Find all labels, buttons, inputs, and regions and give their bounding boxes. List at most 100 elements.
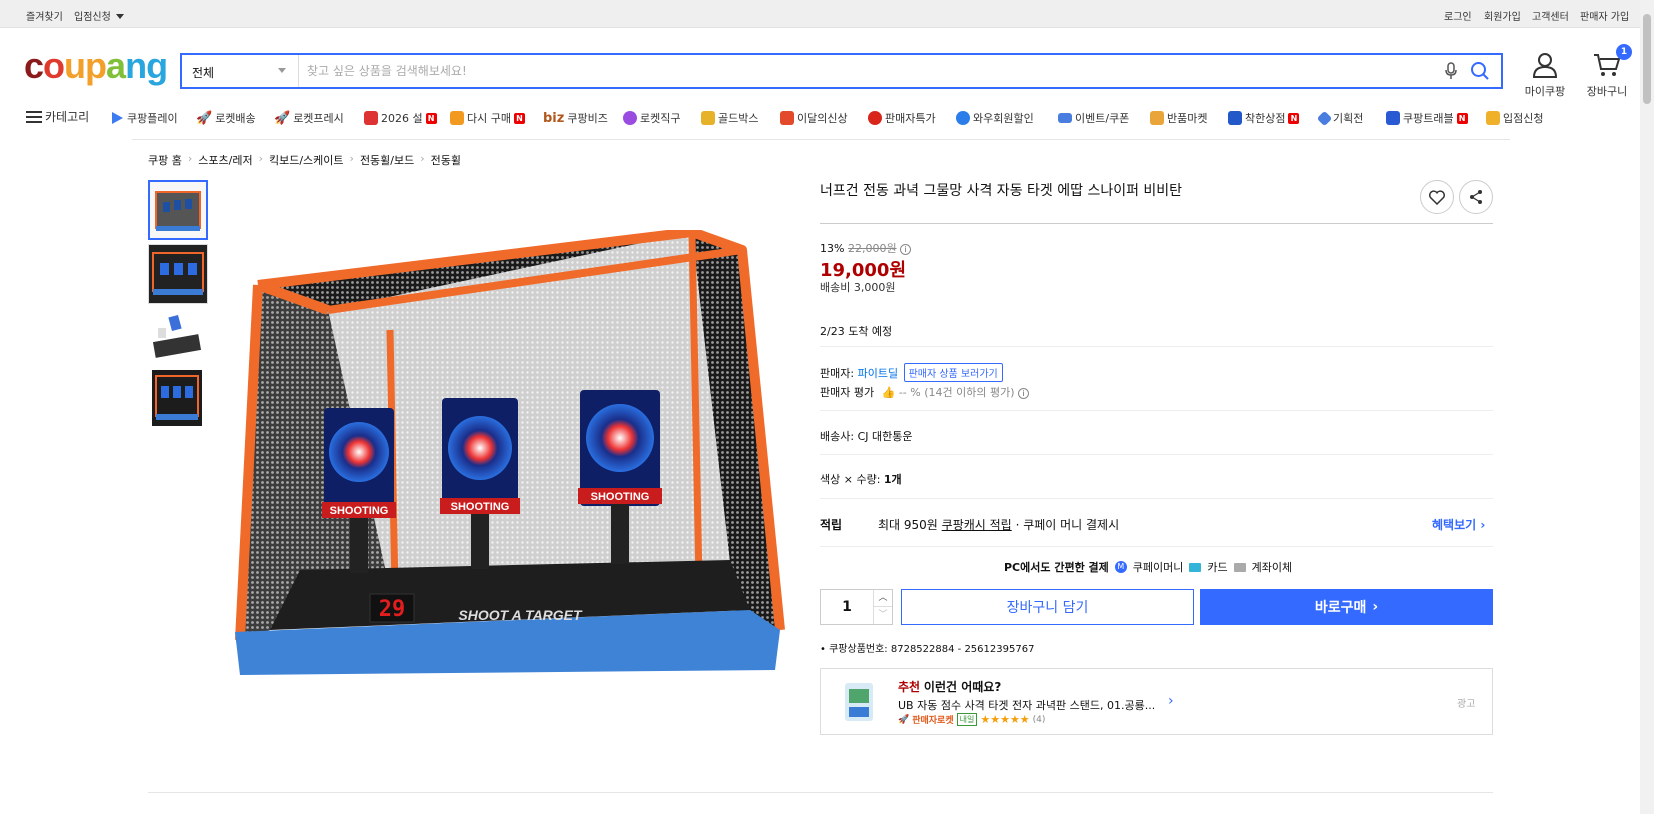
pay-method-coupay: 쿠페이머니 (1132, 561, 1184, 574)
shop-apply-icon (1486, 111, 1500, 125)
product-thumbnail[interactable] (148, 180, 208, 240)
nav-seller-apply[interactable]: 입점신청 (1486, 110, 1543, 126)
nav-2026-seol[interactable]: 2026 설 N (364, 110, 437, 126)
nav-goldbox[interactable]: 골드박스 (701, 110, 758, 126)
reward-row: 최대 950원 쿠팡캐시 적립 · 쿠페이 머니 결제시 (878, 516, 1119, 533)
share-button[interactable] (1459, 180, 1493, 214)
logo-letter-n: n (125, 45, 147, 86)
coupang-cash-link[interactable]: 쿠팡캐시 적립 (942, 518, 1012, 532)
target-label-text: SHOOTING (451, 501, 510, 513)
category-menu-button[interactable]: 카테고리 (26, 108, 89, 125)
recommendation-heading: 추천 이런건 어때요? (898, 678, 1001, 695)
recommendation-card[interactable]: 추천 이런건 어때요? UB 자동 점수 사격 타겟 전자 과녁판 스탠드, 0… (820, 668, 1493, 735)
breadcrumb-item[interactable]: 전동휠 (431, 152, 461, 168)
arrival-date: 2/23 도착 예정 (820, 325, 893, 338)
wishlist-button[interactable] (1420, 180, 1454, 214)
nav-coupang-travel[interactable]: 쿠팡트래블 N (1386, 110, 1468, 126)
nav-promotions[interactable]: 기획전 (1316, 110, 1363, 126)
option-row: 색상 × 수량: 1개 (820, 471, 902, 487)
new-products-icon (780, 111, 794, 125)
product-thumbnail[interactable] (148, 244, 208, 304)
favorites-link[interactable]: 즐겨찾기 (26, 8, 63, 23)
nav-rocket-direct[interactable]: 로켓직구 (623, 110, 680, 126)
heart-icon (1429, 189, 1445, 205)
search-input[interactable] (307, 59, 1407, 83)
mycoupang-button[interactable]: 마이쿠팡 (1520, 52, 1570, 99)
nav-rocket-fresh[interactable]: 🚀 로켓프레시 (274, 110, 344, 126)
seller-rating-value: -- % (14건 이하의 평가) (898, 386, 1015, 399)
info-icon[interactable]: i (900, 244, 912, 255)
benefit-link[interactable]: 혜택보기 › (1432, 516, 1485, 533)
base-label-text: SHOOT A TARGET (458, 607, 583, 623)
reward-amount: 최대 950원 (878, 518, 938, 532)
seller-rating-row: 판매자 평가 👍 -- % (14건 이하의 평가) i (820, 384, 1029, 400)
review-count: (4) (1032, 714, 1046, 725)
new-badge: N (513, 112, 525, 124)
nav-coupang-biz[interactable]: biz 쿠팡비즈 (543, 110, 608, 126)
breadcrumb-item[interactable]: 킥보드/스케이트 (269, 152, 344, 168)
globe-rocket-icon (623, 111, 637, 125)
breadcrumb-item[interactable]: 스포츠/레저 (198, 152, 252, 168)
nav-good-store[interactable]: 착한상점 N (1228, 110, 1300, 126)
thumbnail-image (155, 191, 201, 231)
product-thumbnail[interactable] (148, 308, 208, 368)
nav-monthly-new[interactable]: 이달의신상 (780, 110, 848, 126)
login-link[interactable]: 로그인 (1444, 8, 1472, 23)
nav-label: 이벤트/쿠폰 (1075, 112, 1130, 125)
new-badge: N (425, 112, 437, 124)
nav-rocket-delivery[interactable]: 🚀 로켓배송 (196, 110, 256, 126)
mycoupang-label: 마이쿠팡 (1524, 85, 1566, 98)
seller-name-link[interactable]: 파이트딜 (858, 367, 898, 380)
market-icon (1150, 111, 1164, 125)
buy-now-label: 바로구매 (1314, 600, 1367, 616)
nav-seller-special[interactable]: 판매자특가 (868, 110, 936, 126)
nav-label: 로켓프레시 (293, 112, 344, 125)
coupang-logo[interactable]: coupang (24, 45, 168, 86)
signup-link[interactable]: 회원가입 (1484, 8, 1521, 23)
quantity-increase-button[interactable]: ︿ (873, 590, 892, 607)
quantity-decrease-button[interactable]: ﹀ (873, 607, 892, 624)
seller-apply-dropdown[interactable]: 입점신청 (74, 8, 124, 23)
thumbnail-image (152, 370, 202, 426)
add-to-cart-button[interactable]: 장바구니 담기 (901, 589, 1194, 625)
customer-center-link[interactable]: 고객센터 (1532, 8, 1569, 23)
page-scrollbar[interactable] (1640, 0, 1654, 814)
logo-letter-u: u (64, 45, 86, 86)
search-bar: 전체 (180, 53, 1503, 89)
nav-return-market[interactable]: 반품마켓 (1150, 110, 1207, 126)
microphone-icon[interactable] (1444, 62, 1458, 80)
gold-box-icon (701, 111, 715, 125)
seller-products-button[interactable]: 판매자 상품 보러가기 (903, 363, 1003, 382)
product-thumbnail[interactable] (148, 368, 208, 428)
scrollbar-thumb[interactable] (1643, 14, 1651, 104)
nav-wow-discount[interactable]: 와우회원할인 (956, 110, 1034, 126)
nav-buy-again[interactable]: 다시 구매 N (450, 110, 525, 126)
thumbs-up-icon: 👍 (881, 386, 896, 399)
breadcrumb-item[interactable]: 쿠팡 홈 (148, 152, 182, 168)
rocket-icon: 🚀 (898, 714, 910, 725)
thumbnail-image (152, 314, 202, 358)
recommend-item-name[interactable]: UB 자동 점수 사격 타겟 전자 과녁판 스탠드, 01.공룡... (898, 697, 1155, 713)
cart-button[interactable]: 장바구니 1 (1582, 44, 1632, 99)
search-category-select[interactable]: 전체 (182, 55, 299, 87)
nav-event-coupon[interactable]: 이벤트/쿠폰 (1058, 110, 1129, 126)
quantity-value[interactable]: 1 (821, 590, 873, 624)
thumbnail-image (149, 245, 207, 303)
search-icon[interactable] (1470, 61, 1490, 81)
seller-signup-link[interactable]: 판매자 가입 (1580, 8, 1629, 23)
nav-label: 이달의신상 (797, 112, 848, 125)
nav-label: 입점신청 (1503, 112, 1544, 125)
nav-label: 와우회원할인 (973, 112, 1034, 125)
main-product-image[interactable]: SHOOTING SHOOTING SHOOTING 29 SHOOT A TA… (230, 227, 786, 680)
seller-rating-label: 판매자 평가 (820, 386, 875, 399)
info-icon[interactable]: i (1018, 388, 1029, 399)
score-display-text: 29 (379, 597, 406, 622)
buy-now-button[interactable]: 바로구매 › (1200, 589, 1493, 625)
nav-coupang-play[interactable]: 쿠팡플레이 (110, 110, 178, 126)
carrier-row: 배송사: CJ 대한통운 (820, 428, 912, 444)
rocket-fresh-icon: 🚀 (274, 110, 291, 126)
chevron-right-icon[interactable]: › (1168, 693, 1174, 709)
hamburger-menu-icon (26, 110, 42, 123)
breadcrumb-item[interactable]: 전동휠/보드 (360, 152, 414, 168)
nav-label: 로켓직구 (640, 112, 681, 125)
